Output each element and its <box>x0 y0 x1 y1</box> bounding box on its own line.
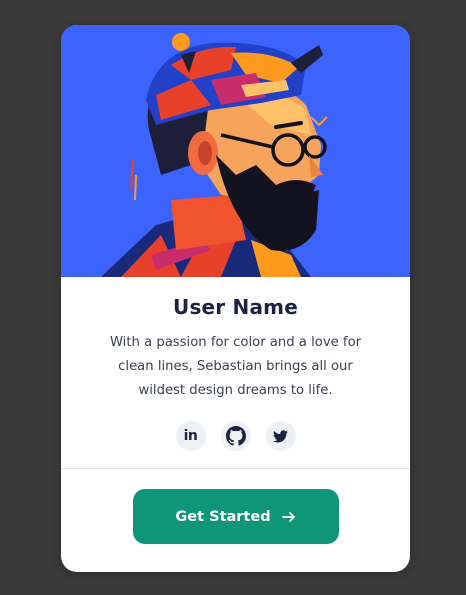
get-started-button[interactable]: Get Started <box>133 489 339 544</box>
twitter-link[interactable] <box>265 421 296 451</box>
linkedin-link[interactable]: in <box>175 421 206 451</box>
profile-illustration <box>61 25 410 277</box>
github-icon <box>225 426 246 446</box>
user-name: User Name <box>173 295 298 319</box>
twitter-icon <box>273 429 288 442</box>
profile-card: User Name With a passion for color and a… <box>61 25 410 572</box>
arrow-right-icon <box>281 509 297 525</box>
get-started-label: Get Started <box>175 508 271 525</box>
github-link[interactable] <box>220 421 251 451</box>
divider <box>61 468 410 469</box>
social-links: in <box>61 421 410 451</box>
linkedin-icon: in <box>183 428 198 444</box>
user-bio: With a passion for color and a love for … <box>109 335 362 398</box>
